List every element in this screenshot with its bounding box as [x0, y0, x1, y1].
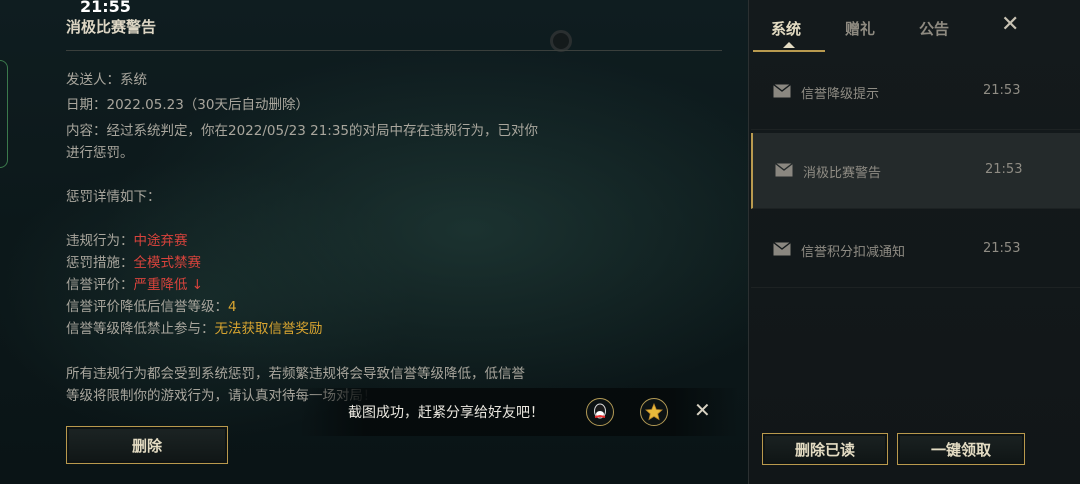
date-label: 日期： [66, 97, 107, 113]
envelope-icon [775, 162, 793, 177]
envelope-icon [773, 83, 791, 98]
mail-item-subject: 信誉降级提示 [801, 87, 880, 102]
content-line-1: 内容：经过系统判定，你在2022/05/23 21:35的对局中存在违规行为，已… [66, 123, 539, 139]
mail-item-subject: 消极比赛警告 [803, 166, 882, 181]
mail-item-time: 21:53 [985, 162, 1023, 177]
panel-close-icon[interactable]: ✕ [1001, 12, 1019, 37]
tab-underline [753, 50, 825, 52]
mail-list-item[interactable]: 信誉降级提示 21:53 [751, 54, 1080, 130]
mail-list-panel: 系统 赠礼 公告 ✕ 信誉降级提示 21:53 消极比赛警告 21:53 信誉积… [748, 0, 1080, 484]
measure-line: 惩罚措施：全模式禁赛 [66, 251, 201, 271]
mail-item-time: 21:53 [983, 241, 1021, 256]
date-line: 日期：2022.05.23（30天后自动删除） [66, 93, 309, 113]
tab-announcement[interactable]: 公告 [919, 18, 949, 39]
tab-gift[interactable]: 赠礼 [845, 18, 875, 39]
content-line-2: 进行惩罚。 [66, 145, 134, 161]
forbid-value: 无法获取信誉奖励 [214, 321, 323, 337]
screenshot-toast: 截图成功，赶紧分享给好友吧！ ✕ [300, 388, 738, 436]
tab-system[interactable]: 系统 [771, 18, 801, 39]
mail-list-item[interactable]: 信誉积分扣减通知 21:53 [751, 212, 1080, 288]
qq-share-icon[interactable] [586, 398, 614, 426]
credit-line: 信誉评价：严重降低 ↓ [66, 273, 203, 293]
delete-button[interactable]: 删除 [66, 426, 228, 464]
orb-indicator [550, 30, 572, 52]
toast-message: 截图成功，赶紧分享给好友吧！ [348, 405, 544, 421]
violation-value: 中途弃赛 [133, 233, 188, 249]
date-value: 2022.05.23 [106, 97, 184, 113]
envelope-icon [773, 241, 791, 256]
mail-list-item-selected[interactable]: 消极比赛警告 21:53 [751, 133, 1080, 209]
sender-value: 系统 [120, 72, 147, 88]
violation-label: 违规行为： [66, 233, 134, 249]
mail-tabs: 系统 赠礼 公告 ✕ [749, 0, 1080, 52]
toast-close-icon[interactable]: ✕ [694, 398, 711, 422]
sender-label: 发送人： [66, 72, 120, 88]
credit-label: 信誉评价： [66, 277, 134, 293]
down-arrow-icon: ↓ [191, 277, 204, 293]
claim-all-button[interactable]: 一键领取 [897, 433, 1025, 465]
measure-label: 惩罚措施： [66, 255, 134, 271]
star-share-icon[interactable] [640, 398, 668, 426]
forbid-line: 信誉等级降低禁止参与：无法获取信誉奖励 [66, 317, 323, 337]
violation-line: 违规行为：中途弃赛 [66, 229, 188, 249]
footer-line-1: 所有违规行为都会受到系统惩罚，若频繁违规将会导致信誉等级降低，低信誉 [66, 366, 525, 382]
status-time: 21:55 [80, 0, 131, 16]
penalty-header: 惩罚详情如下： [66, 189, 161, 205]
level-value: 4 [228, 299, 237, 315]
mail-item-time: 21:53 [983, 83, 1021, 98]
tab-caret-icon [783, 42, 795, 48]
level-label: 信誉评价降低后信誉等级： [66, 299, 228, 315]
level-line: 信誉评价降低后信誉等级：4 [66, 295, 237, 315]
measure-value: 全模式禁赛 [133, 255, 202, 271]
title-divider [66, 50, 722, 51]
forbid-label: 信誉等级降低禁止参与： [66, 321, 215, 337]
date-note: （30天后自动删除） [183, 97, 309, 113]
mail-item-subject: 信誉积分扣减通知 [801, 245, 906, 260]
credit-value: 严重降低 [133, 277, 188, 293]
delete-read-button[interactable]: 删除已读 [762, 433, 888, 465]
mail-title: 消极比赛警告 [66, 18, 157, 36]
sender-line: 发送人：系统 [66, 68, 147, 88]
left-edge-handle[interactable] [0, 60, 8, 168]
